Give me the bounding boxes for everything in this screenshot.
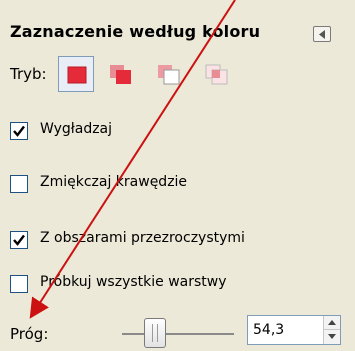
checkmark-icon bbox=[13, 125, 25, 137]
select-by-color-panel: Zaznaczenie według koloru Tryb: Wygładza… bbox=[0, 0, 355, 351]
mode-replace-button[interactable] bbox=[58, 56, 94, 92]
option-label: Próbkuj wszystkie warstwy bbox=[40, 274, 227, 290]
mode-subtract-button[interactable] bbox=[150, 56, 186, 92]
checkbox-select-transparent[interactable] bbox=[10, 231, 28, 249]
option-label: Wygładzaj bbox=[40, 121, 113, 137]
checkbox-feather-edges[interactable] bbox=[10, 175, 28, 193]
chevron-up-icon bbox=[328, 320, 336, 325]
option-label: Z obszarami przezroczystymi bbox=[40, 230, 245, 246]
threshold-value[interactable]: 54,3 bbox=[253, 322, 284, 338]
panel-menu-button[interactable] bbox=[313, 26, 331, 42]
spin-down-button[interactable] bbox=[324, 330, 340, 344]
slider-track bbox=[122, 333, 234, 335]
triangle-left-icon bbox=[319, 30, 325, 39]
checkmark-icon bbox=[13, 234, 25, 246]
mode-intersect-icon bbox=[205, 64, 228, 85]
mode-add-icon bbox=[110, 65, 131, 84]
checkbox-sample-merged[interactable] bbox=[10, 275, 28, 293]
panel-title: Zaznaczenie według koloru bbox=[10, 22, 261, 41]
mode-label: Tryb: bbox=[10, 65, 47, 83]
mode-add-button[interactable] bbox=[102, 56, 138, 92]
chevron-down-icon bbox=[328, 334, 336, 339]
mode-intersect-button[interactable] bbox=[198, 56, 234, 92]
spin-up-button[interactable] bbox=[324, 316, 340, 330]
spin-arrows bbox=[323, 316, 340, 344]
slider-thumb[interactable] bbox=[144, 318, 166, 348]
checkbox-antialiasing[interactable] bbox=[10, 122, 28, 140]
option-label: Zmiękczaj krawędzie bbox=[40, 174, 188, 190]
mode-buttons bbox=[58, 56, 238, 92]
threshold-label: Próg: bbox=[10, 325, 49, 343]
mode-replace-icon bbox=[67, 66, 87, 84]
threshold-slider[interactable] bbox=[122, 316, 234, 348]
mode-subtract-icon bbox=[158, 65, 180, 85]
threshold-spinbox[interactable]: 54,3 bbox=[247, 315, 341, 345]
